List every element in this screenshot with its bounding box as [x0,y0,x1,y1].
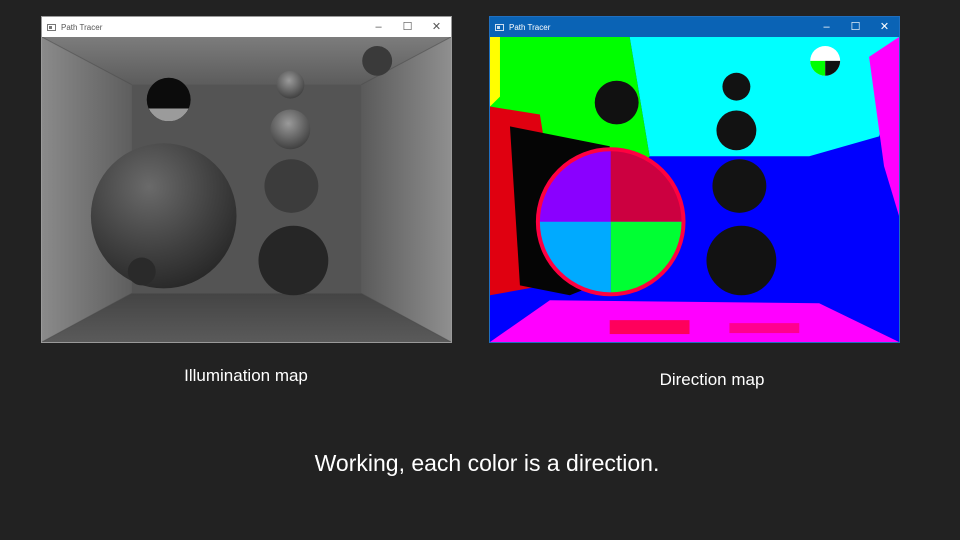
minimize-icon[interactable]: – [812,17,841,37]
illumination-window: Path Tracer – ☐ ✕ [41,16,452,343]
maximize-icon[interactable]: ☐ [841,17,870,37]
direction-caption: Direction map [659,370,765,389]
app-window-icon [495,23,504,31]
sphere [127,257,156,286]
corner-highlight [490,37,500,107]
sphere [712,159,767,213]
sphere [90,143,237,289]
illumination-caption: Illumination map [184,366,308,385]
ceiling [629,37,899,157]
maximize-icon[interactable]: ☐ [393,17,422,37]
sphere [264,159,319,213]
slide-subtitle: Working, each color is a direction. [314,450,660,476]
minimize-icon[interactable]: – [364,17,393,37]
sphere [270,109,311,150]
window-title: Path Tracer [509,22,551,32]
app-window-icon [47,23,56,31]
direction-render [490,37,899,342]
close-icon[interactable]: ✕ [422,17,451,37]
sphere [258,225,329,296]
sphere [716,110,757,151]
sphere [362,45,393,76]
close-icon[interactable]: ✕ [870,17,899,37]
direction-window: Path Tracer – ☐ ✕ [489,16,900,343]
sphere [594,80,639,125]
window-titlebar[interactable]: Path Tracer – ☐ ✕ [42,17,451,37]
sphere [706,225,777,296]
window-title: Path Tracer [61,22,103,32]
window-titlebar[interactable]: Path Tracer – ☐ ✕ [490,17,899,37]
sphere [276,70,305,99]
sphere [722,72,751,101]
right-wall [361,37,451,342]
illumination-render [42,37,451,342]
